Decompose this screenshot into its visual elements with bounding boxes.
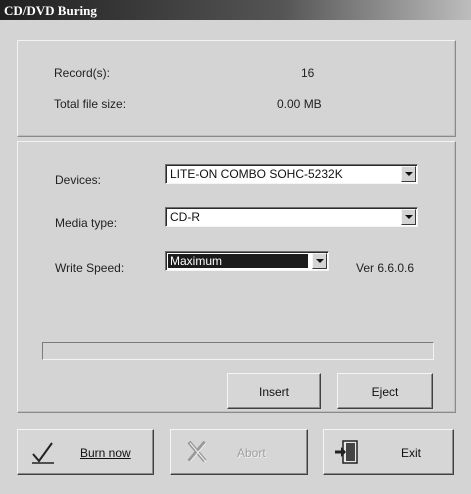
devices-value: LITE-ON COMBO SOHC-5232K xyxy=(170,167,343,181)
abort-button[interactable]: Abort xyxy=(170,429,308,475)
insert-button[interactable]: Insert xyxy=(227,373,321,409)
devices-label: Devices: xyxy=(55,173,102,187)
window-title: CD/DVD Buring xyxy=(4,3,97,18)
title-bar[interactable]: CD/DVD Buring xyxy=(0,0,471,20)
devices-dropdown[interactable]: LITE-ON COMBO SOHC-5232K xyxy=(165,164,418,184)
checkmark-pen-icon xyxy=(32,442,54,464)
chevron-down-icon[interactable] xyxy=(401,209,416,225)
x-cross-icon xyxy=(187,440,207,463)
burn-progress-bar xyxy=(42,342,434,360)
write-speed-dropdown[interactable]: Maximum xyxy=(165,251,329,271)
chevron-down-icon[interactable] xyxy=(312,253,327,269)
file-size-value: 0.00 MB xyxy=(277,97,322,111)
version-label: Ver 6.6.0.6 xyxy=(356,261,415,275)
records-value: 16 xyxy=(301,66,315,80)
eject-button[interactable]: Eject xyxy=(337,373,433,409)
file-size-label: Total file size: xyxy=(54,97,127,111)
write-speed-value: Maximum xyxy=(168,254,308,268)
exit-label: Exit xyxy=(401,446,422,460)
burn-now-button[interactable]: Burn now xyxy=(17,429,154,475)
media-type-label: Media type: xyxy=(55,216,118,230)
chevron-down-icon[interactable] xyxy=(401,166,416,182)
exit-button[interactable]: Exit xyxy=(323,429,454,475)
records-label: Record(s): xyxy=(54,66,111,80)
abort-label: Abort xyxy=(237,446,266,460)
exit-door-icon xyxy=(335,440,358,464)
write-speed-label: Write Speed: xyxy=(55,261,125,275)
burn-now-label: Burn now xyxy=(80,446,131,460)
summary-panel: Record(s): 16 Total file size: 0.00 MB xyxy=(17,40,456,137)
media-type-value: CD-R xyxy=(170,210,200,224)
media-type-dropdown[interactable]: CD-R xyxy=(165,207,418,227)
